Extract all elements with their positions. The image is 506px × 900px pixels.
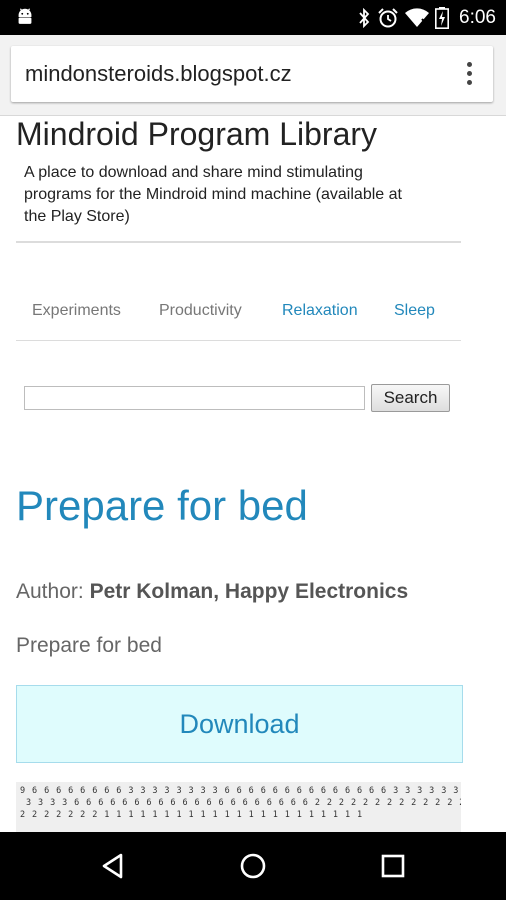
post-body: Prepare for bed bbox=[16, 634, 162, 657]
alarm-icon bbox=[378, 7, 398, 27]
overflow-menu-icon[interactable] bbox=[465, 62, 473, 88]
bluetooth-icon bbox=[359, 7, 370, 28]
home-icon[interactable] bbox=[239, 852, 267, 880]
code-line: 2 2 2 2 2 2 2 1 1 1 1 1 1 1 1 1 1 1 1 1 … bbox=[20, 810, 363, 820]
search-button[interactable]: Search bbox=[371, 384, 450, 412]
code-line: 3 3 3 3 6 6 6 6 6 6 6 6 6 6 6 6 6 6 6 6 … bbox=[26, 798, 461, 808]
wifi-icon bbox=[405, 7, 430, 27]
code-line: 9 6 6 6 6 6 6 6 6 3 3 3 3 3 3 3 3 6 6 6 … bbox=[20, 786, 461, 796]
author-name: Petr Kolman, Happy Electronics bbox=[89, 580, 409, 603]
program-code-block: 9 6 6 6 6 6 6 6 6 3 3 3 3 3 3 3 3 6 6 6 … bbox=[16, 782, 461, 832]
url-text[interactable]: mindonsteroids.blogspot.cz bbox=[25, 61, 292, 87]
url-bar[interactable]: mindonsteroids.blogspot.cz bbox=[11, 46, 493, 102]
status-icons: 6:06 bbox=[357, 0, 496, 35]
recents-icon[interactable] bbox=[379, 852, 407, 880]
android-icon bbox=[18, 8, 32, 24]
divider bbox=[16, 241, 461, 243]
back-icon[interactable] bbox=[99, 852, 127, 880]
blog-title[interactable]: Mindroid Program Library bbox=[16, 116, 377, 153]
page-content: Mindroid Program Library A place to down… bbox=[0, 116, 506, 832]
system-navigation-bar bbox=[0, 832, 506, 900]
nav-link-experiments[interactable]: Experiments bbox=[32, 302, 121, 320]
author-line: Author: Petr Kolman, Happy Electronics bbox=[16, 580, 408, 604]
battery-charging-icon bbox=[435, 6, 450, 29]
status-bar: 6:06 bbox=[0, 0, 506, 35]
status-time: 6:06 bbox=[459, 6, 496, 28]
nav-link-relaxation[interactable]: Relaxation bbox=[282, 302, 358, 320]
divider bbox=[16, 340, 461, 341]
nav-link-productivity[interactable]: Productivity bbox=[159, 302, 242, 320]
search-input[interactable] bbox=[24, 386, 365, 410]
post-title[interactable]: Prepare for bed bbox=[16, 482, 308, 530]
download-label[interactable]: Download bbox=[179, 709, 299, 739]
browser-toolbar: mindonsteroids.blogspot.cz bbox=[0, 35, 506, 116]
nav-link-sleep[interactable]: Sleep bbox=[394, 302, 435, 320]
blog-description: A place to download and share mind stimu… bbox=[24, 164, 402, 225]
author-label: Author: bbox=[16, 580, 84, 603]
download-button[interactable]: Download bbox=[16, 685, 463, 763]
